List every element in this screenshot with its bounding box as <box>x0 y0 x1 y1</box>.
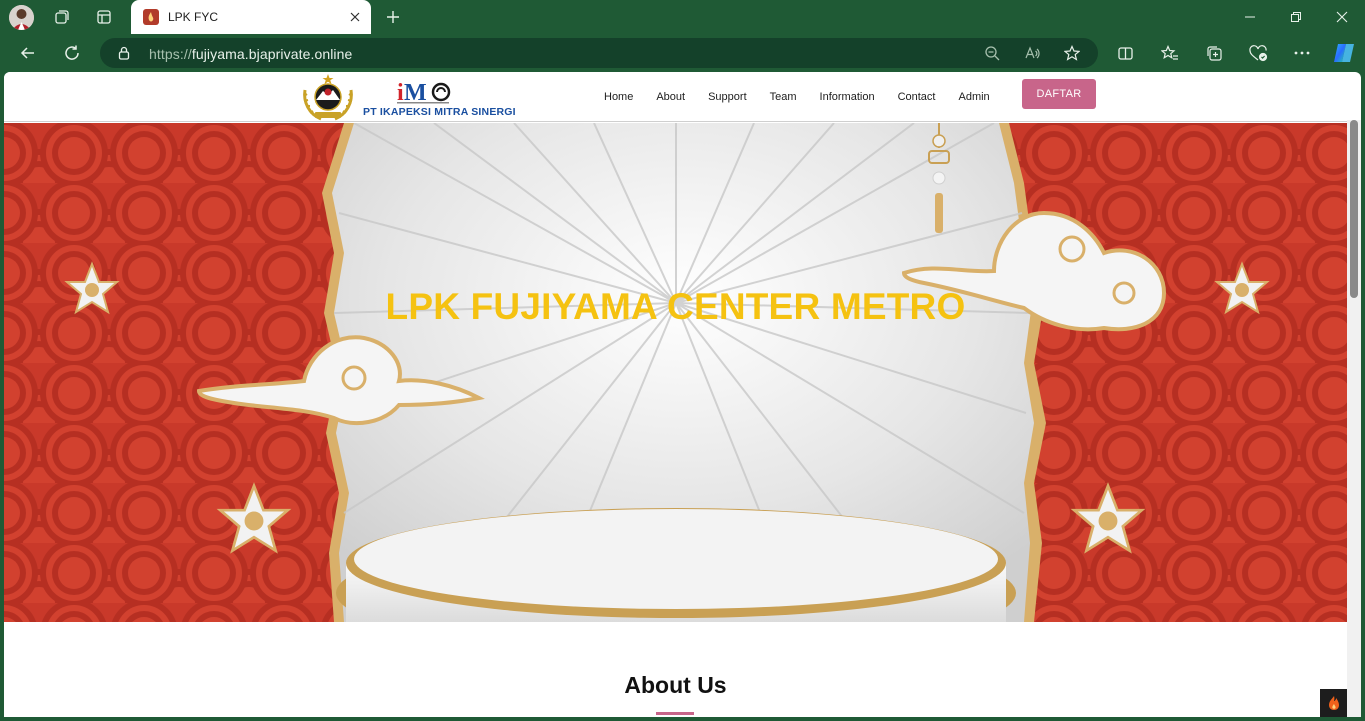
company-logo[interactable]: i M PT IKAPEKSI MITRA SINERGI <box>357 78 516 120</box>
back-icon[interactable] <box>13 38 43 68</box>
browser-essentials-icon[interactable] <box>1243 38 1273 68</box>
fire-badge-icon[interactable] <box>1320 689 1348 717</box>
about-section: About Us <box>4 672 1347 715</box>
split-screen-icon[interactable] <box>1110 38 1140 68</box>
collections-icon[interactable] <box>1199 38 1229 68</box>
page-scrollbar[interactable] <box>1347 120 1361 717</box>
workspaces-icon[interactable] <box>47 4 77 30</box>
copilot-icon[interactable] <box>1329 38 1359 68</box>
browser-titlebar: LPK FYC <box>0 0 1365 34</box>
address-bar[interactable]: https://fujiyama.bjaprivate.online <box>100 38 1098 68</box>
daftar-button[interactable]: DAFTAR <box>1022 79 1096 109</box>
favorite-star-icon[interactable] <box>1061 42 1083 64</box>
site-header: i M PT IKAPEKSI MITRA SINERGI Home About… <box>4 72 1347 122</box>
read-aloud-icon[interactable] <box>1021 42 1043 64</box>
nav-admin[interactable]: Admin <box>958 91 989 103</box>
hero-banner: LPK FUJIYAMA CENTER METRO <box>4 123 1347 622</box>
nav-information[interactable]: Information <box>820 91 875 103</box>
nav-support[interactable]: Support <box>708 91 747 103</box>
restore-icon[interactable] <box>1273 4 1319 30</box>
active-tab[interactable]: LPK FYC <box>131 0 371 34</box>
nav-contact[interactable]: Contact <box>898 91 936 103</box>
scrollbar-thumb[interactable] <box>1350 120 1358 298</box>
browser-toolbar: https://fujiyama.bjaprivate.online <box>0 34 1365 72</box>
site-favicon <box>143 9 159 25</box>
company-logo-text: PT IKAPEKSI MITRA SINERGI <box>363 106 516 118</box>
tab-title: LPK FYC <box>168 10 219 24</box>
profile-avatar[interactable] <box>9 5 34 30</box>
lock-icon[interactable] <box>117 46 131 60</box>
main-nav: Home About Support Team Information Cont… <box>604 72 1013 122</box>
nav-home[interactable]: Home <box>604 91 633 103</box>
zoom-out-icon[interactable] <box>981 42 1003 64</box>
lpk-emblem-logo[interactable] <box>301 72 355 122</box>
close-icon[interactable] <box>1319 4 1365 30</box>
refresh-icon[interactable] <box>57 38 87 68</box>
minimize-icon[interactable] <box>1227 4 1273 30</box>
about-underline <box>656 712 694 715</box>
about-title: About Us <box>624 672 727 698</box>
more-icon[interactable] <box>1287 38 1317 68</box>
hero-title: LPK FUJIYAMA CENTER METRO <box>385 286 966 327</box>
favorites-icon[interactable] <box>1155 38 1185 68</box>
new-tab-icon[interactable] <box>380 4 406 30</box>
hero-background-image <box>4 123 1347 622</box>
nav-team[interactable]: Team <box>770 91 797 103</box>
url-text[interactable]: https://fujiyama.bjaprivate.online <box>149 46 352 62</box>
page-viewport: i M PT IKAPEKSI MITRA SINERGI Home About… <box>4 72 1361 717</box>
tab-close-icon[interactable] <box>345 7 365 27</box>
tab-actions-icon[interactable] <box>89 4 119 30</box>
nav-about[interactable]: About <box>656 91 685 103</box>
